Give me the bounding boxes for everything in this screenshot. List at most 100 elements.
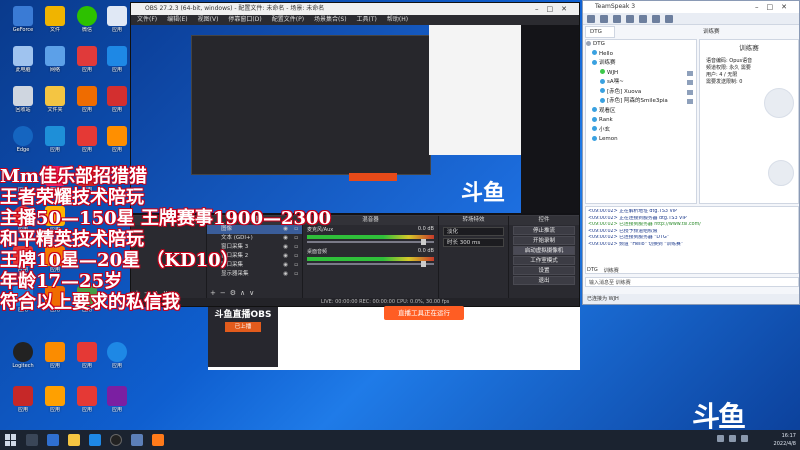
obs-menu-bar: 文件(F) 编辑(E) 视图(V) 停靠窗口(D) 配置文件(P) 场景集合(S… [131,15,579,25]
user-icon [600,88,605,93]
connect-icon[interactable] [587,14,595,23]
preview-nested-obs [191,35,431,175]
menu-item[interactable]: 帮助(H) [387,15,408,25]
user-icon [600,78,605,84]
virtual-camera-button[interactable]: 启动虚拟摄像机 [513,246,575,255]
taskbar: 16:17 2022/4/8 [0,430,800,450]
tree-channel[interactable]: 训练赛 [586,59,696,69]
overlay-line: 王者荣耀技术陪玩 [0,187,144,208]
mixer-channel-name: 桌面音频 [307,249,328,255]
menu-item[interactable]: 场景集合(S) [314,15,347,25]
tree-channel[interactable]: 小玄 [586,126,696,136]
channel-icon [592,126,597,131]
away-icon[interactable] [613,14,621,23]
window-controls[interactable]: –□✕ [755,1,795,13]
menu-item[interactable]: 配置文件(P) [272,15,304,25]
system-tray [717,435,748,442]
tree-label: DTG [593,41,605,47]
server-tab[interactable]: DTG [585,26,615,38]
tree-user[interactable]: WJH [586,69,696,79]
explorer-icon[interactable] [68,434,80,446]
flag-icon [687,80,693,85]
transitions-header: 转场特效 [439,216,508,225]
transition-duration[interactable]: 时长 300 ms [443,238,504,247]
teamspeak-window: TeamSpeak 3 –□✕ DTG 训练赛 DTG Hello 训练赛 WJ… [582,0,800,305]
tree-channel[interactable]: Hello [586,50,696,60]
menu-item[interactable]: 停靠窗口(D) [228,15,261,25]
exit-button[interactable]: 退出 [513,276,575,285]
flag-icon [687,70,693,76]
window-controls[interactable]: –□✕ [535,3,575,15]
volume-meter [307,257,434,261]
chat-tab[interactable]: DTG [587,267,598,276]
tree-label: 小玄 [599,126,611,133]
mute-speaker-icon[interactable] [639,14,647,23]
search-icon[interactable] [26,434,38,446]
overlay-line: Mm佳乐部招猎猎 [0,166,147,187]
user-icon [600,97,605,103]
settings-button[interactable]: 设置 [513,266,575,275]
desktop-icon[interactable]: 应用 [98,340,136,380]
tree-label: [赤色] 阿森的Smile3pia [607,98,668,104]
menu-item[interactable]: 视图(V) [198,15,219,25]
volume-knob[interactable] [421,261,426,267]
chat-tab[interactable]: 训练赛 [604,267,619,276]
clock[interactable]: 16:17 2022/4/8 [774,430,796,450]
tree-label: sA嘿~ [607,79,624,85]
server-icon [586,40,591,46]
tree-label: 训练赛 [599,60,616,66]
tree-server[interactable]: DTG [586,40,696,50]
mute-mic-icon[interactable] [626,14,634,23]
promo-button[interactable]: 已上播 [225,322,261,332]
tree-label: WJH [607,69,619,76]
menu-item[interactable]: 文件(F) [137,15,157,25]
tree-user[interactable]: [赤色] Xuova [586,88,696,98]
volume-slider[interactable] [307,261,434,267]
obs-icon[interactable] [110,434,122,446]
channel-icon [592,107,597,112]
volume-slider[interactable] [307,239,434,245]
browser-stream-page: 斗鱼直播OBS 已上播 直播工具正在运行 [208,306,580,370]
menu-item[interactable]: 工具(T) [357,15,377,25]
tree-channel[interactable]: Rank [586,116,696,126]
ts-toolbar [583,13,799,25]
volume-knob[interactable] [421,239,426,245]
tree-channel[interactable]: Lemon [586,135,696,145]
tree-label: Hello [599,50,613,57]
taskview-icon[interactable] [47,434,59,446]
ime-icon[interactable] [741,435,748,442]
teamspeak-icon[interactable] [131,434,143,446]
network-icon[interactable] [717,435,724,442]
chat-input[interactable]: 输入消息至 训练赛 [585,277,799,287]
tree-user[interactable]: sA嘿~ [586,78,696,88]
volume-meter [307,235,434,239]
chat-tabs: DTG 训练赛 [585,267,619,276]
flag-icon [687,99,693,104]
disconnect-icon[interactable] [600,14,608,23]
volume-icon[interactable] [729,435,736,442]
douyu-icon[interactable] [152,434,164,446]
controls-dock: 控件 停止推流 开始录制 启动虚拟摄像机 工作室模式 设置 退出 [509,216,579,298]
live-tool-button[interactable]: 直播工具正在运行 [384,306,464,320]
channel-name: 训练赛 [739,44,759,52]
chat-line: <09:00:02> 频道 "Hello" 切换到 "训练赛" [588,241,684,247]
tree-label: [赤色] Xuova [607,88,642,95]
bookmark-icon[interactable] [652,14,660,23]
avatar [768,160,794,186]
overlay-line: 王牌10星—20星 （KD10） [0,250,239,271]
tree-channel[interactable]: 观看区 [586,107,696,117]
edge-icon[interactable] [89,434,101,446]
transition-select[interactable]: 淡化 [443,227,504,236]
channel-icon [592,116,597,122]
tree-user[interactable]: [赤色] 阿森的Smile3pia [586,97,696,107]
channel-icon [592,59,597,65]
menu-item[interactable]: 编辑(E) [167,15,187,25]
start-recording-button[interactable]: 开始录制 [513,236,575,245]
desktop-icon[interactable]: 应用 [98,384,136,424]
obs-title-bar: OBS 27.2.3 (64-bit, windows) - 配置文件: 未命名… [131,3,579,15]
contacts-icon[interactable] [665,14,673,23]
stop-streaming-button[interactable]: 停止推流 [513,226,575,235]
studio-mode-button[interactable]: 工作室模式 [513,256,575,265]
start-icon[interactable] [5,434,17,446]
clock-time: 16:17 [781,433,796,439]
